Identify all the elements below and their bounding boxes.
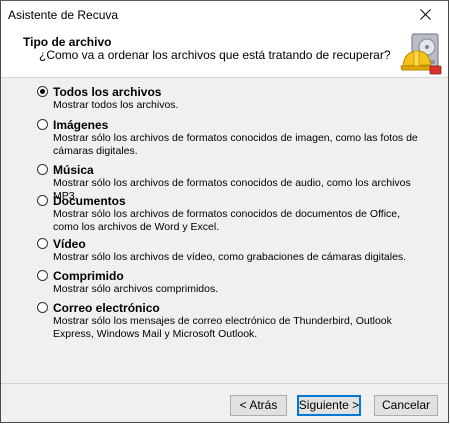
option-description: Mostrar sólo los mensajes de correo elec… <box>53 315 392 340</box>
option-label: Vídeo <box>53 237 86 251</box>
page-title: Tipo de archivo <box>23 35 112 49</box>
close-icon <box>420 9 431 20</box>
recuva-hard-hat-icon <box>400 33 442 75</box>
option-label: Imágenes <box>53 118 109 132</box>
radio-images[interactable] <box>37 119 48 130</box>
footer-divider <box>1 383 448 384</box>
radio-video[interactable] <box>37 238 48 249</box>
option-description: Mostrar sólo los archivos de formatos co… <box>53 208 401 233</box>
option-description: Mostrar todos los archivos. <box>53 99 179 111</box>
title-bar: Asistente de Recuva <box>1 1 448 30</box>
page-subtitle: ¿Como va a ordenar los archivos que está… <box>39 48 391 62</box>
option-label: Todos los archivos <box>53 85 162 99</box>
radio-all-files[interactable] <box>37 86 48 97</box>
option-description: Mostrar sólo los archivos de formatos co… <box>53 132 418 157</box>
radio-documents[interactable] <box>37 195 48 206</box>
radio-compressed[interactable] <box>37 270 48 281</box>
radio-email[interactable] <box>37 302 48 313</box>
option-label: Correo electrónico <box>53 301 160 315</box>
cancel-button[interactable]: Cancelar <box>374 395 438 416</box>
close-button[interactable] <box>404 1 448 30</box>
window-title: Asistente de Recuva <box>8 8 119 22</box>
option-label: Documentos <box>53 194 126 208</box>
back-button[interactable]: < Atrás <box>230 395 287 416</box>
option-description: Mostrar sólo archivos comprimidos. <box>53 283 219 295</box>
wizard-window: Asistente de Recuva Tipo de archivo ¿Com… <box>0 0 449 423</box>
next-button[interactable]: Siguiente > <box>297 395 361 416</box>
option-label: Comprimido <box>53 269 124 283</box>
option-description: Mostrar sólo los archivos de vídeo, como… <box>53 251 407 263</box>
option-label: Música <box>53 163 94 177</box>
wizard-header: Tipo de archivo ¿Como va a ordenar los a… <box>1 30 448 78</box>
radio-music[interactable] <box>37 164 48 175</box>
